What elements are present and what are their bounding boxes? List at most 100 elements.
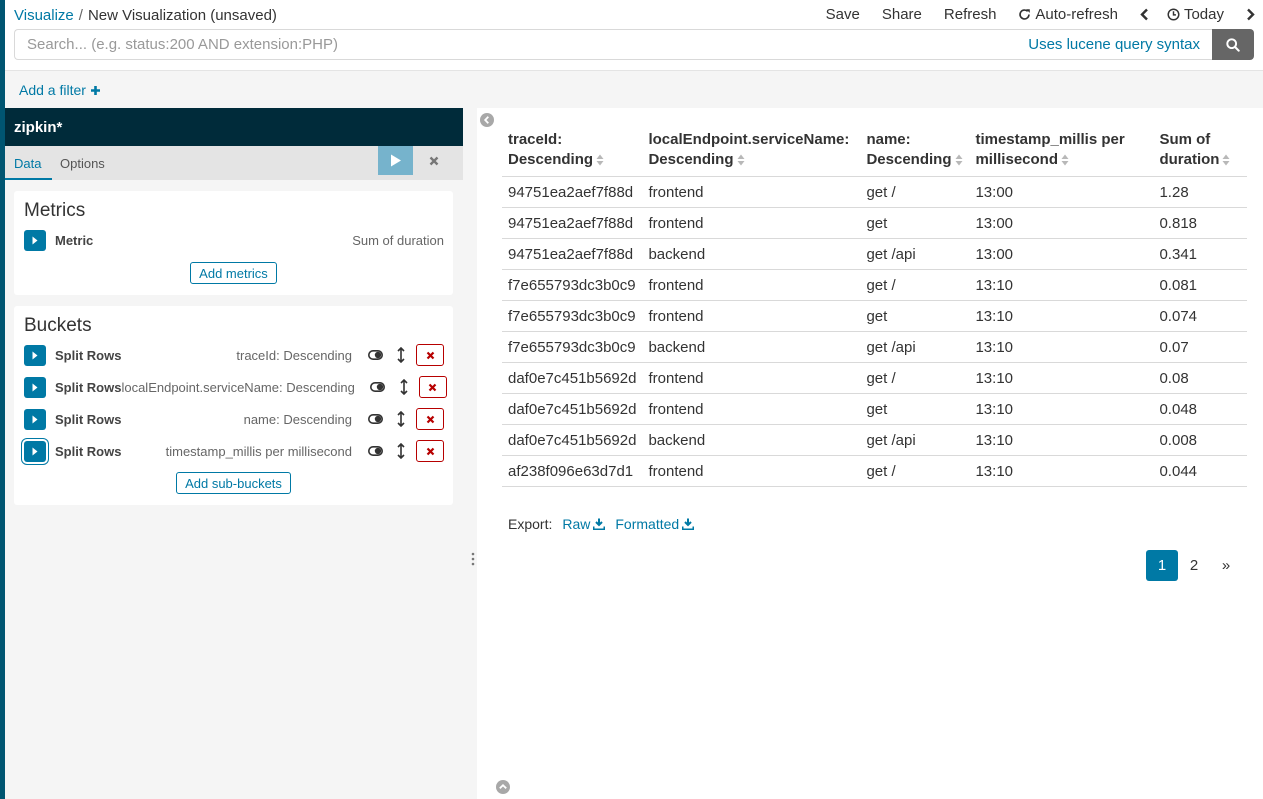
sort-icon: [596, 154, 604, 166]
cell-name: get /: [860, 362, 970, 394]
cell-timestamp: 13:00: [969, 238, 1154, 270]
time-picker-button[interactable]: Today: [1167, 6, 1224, 23]
add-filter-label: Add a filter: [19, 82, 86, 98]
breadcrumb-visualize-link[interactable]: Visualize: [14, 7, 74, 24]
tab-data[interactable]: Data: [14, 156, 41, 171]
lucene-syntax-link[interactable]: Uses lucene query syntax: [1028, 36, 1200, 53]
cell-trace-id: f7e655793dc3b0c9: [502, 269, 643, 301]
cell-sum-duration: 0.818: [1153, 207, 1247, 239]
export-raw-label: Raw: [562, 516, 591, 532]
close-icon: [426, 447, 434, 455]
cell-sum-duration: 0.081: [1153, 269, 1247, 301]
caret-right-icon: [32, 383, 38, 391]
remove-bucket-button[interactable]: [418, 376, 447, 398]
save-button[interactable]: Save: [826, 6, 860, 23]
cell-name: get /api: [860, 238, 970, 270]
column-header-sum-duration[interactable]: Sum of duration: [1153, 126, 1247, 177]
expand-bucket-button[interactable]: [24, 376, 46, 398]
time-forward-button[interactable]: [1246, 8, 1255, 21]
cell-name: get /: [860, 269, 970, 301]
cell-name: get /api: [860, 331, 970, 363]
column-header-timestamp[interactable]: timestamp_millis per millisecond: [969, 126, 1154, 177]
reorder-bucket-handle[interactable]: [388, 344, 414, 366]
expand-bucket-button[interactable]: [24, 344, 46, 366]
metrics-section: Metrics Metric Sum of duration Add metri…: [14, 191, 453, 295]
expand-bucket-button[interactable]: [24, 408, 46, 430]
remove-bucket-button[interactable]: [416, 440, 444, 462]
cell-trace-id: daf0e7c451b5692d: [502, 393, 643, 425]
cell-timestamp: 13:10: [969, 331, 1154, 363]
reorder-bucket-handle[interactable]: [391, 376, 417, 398]
caret-right-icon: [32, 351, 38, 359]
toggle-bucket-button[interactable]: [365, 376, 391, 398]
reorder-bucket-handle[interactable]: [388, 408, 414, 430]
column-header-service-name[interactable]: localEndpoint.serviceName: Descending: [642, 126, 861, 177]
pagination: 1 2 »: [1146, 550, 1242, 581]
cell-trace-id: daf0e7c451b5692d: [502, 424, 643, 456]
column-header-traceid[interactable]: traceId: Descending: [502, 126, 643, 177]
caret-right-icon: [32, 447, 38, 455]
remove-bucket-button[interactable]: [416, 344, 444, 366]
cell-name: get: [860, 393, 970, 425]
share-button[interactable]: Share: [882, 6, 922, 23]
panel-resize-handle[interactable]: [471, 552, 475, 569]
cell-sum-duration: 0.08: [1153, 362, 1247, 394]
collapse-sidebar-button[interactable]: [480, 113, 494, 130]
toggle-bucket-button[interactable]: [362, 440, 388, 462]
cell-name: get: [860, 300, 970, 332]
close-icon: [426, 415, 434, 423]
auto-refresh-button[interactable]: Auto-refresh: [1018, 6, 1118, 23]
column-header-name[interactable]: name: Descending: [860, 126, 970, 177]
time-back-button[interactable]: [1140, 8, 1149, 21]
page-1-button[interactable]: 1: [1146, 550, 1178, 581]
export-raw-link[interactable]: Raw: [562, 516, 606, 532]
cell-service-name: backend: [642, 238, 861, 270]
remove-bucket-button[interactable]: [416, 408, 444, 430]
cell-timestamp: 13:10: [969, 393, 1154, 425]
metric-type: Metric: [55, 232, 94, 248]
toggle-on-icon: [367, 414, 383, 424]
page-2-button[interactable]: 2: [1178, 550, 1210, 581]
refresh-button[interactable]: Refresh: [944, 6, 997, 23]
next-page-button[interactable]: »: [1210, 550, 1242, 581]
cell-service-name: backend: [642, 331, 861, 363]
reorder-bucket-handle[interactable]: [388, 440, 414, 462]
close-icon: [429, 383, 437, 391]
search-button[interactable]: [1212, 29, 1254, 60]
sort-icon: [737, 154, 744, 166]
table-row: 94751ea2aef7f88d frontend get 13:00 0.818: [502, 207, 1247, 239]
top-nav: Visualize / New Visualization (unsaved) Sa…: [5, 0, 1263, 30]
export-formatted-link[interactable]: Formatted: [615, 516, 695, 532]
auto-refresh-label: Auto-refresh: [1035, 6, 1118, 23]
toggle-bucket-button[interactable]: [362, 344, 388, 366]
expand-metric-button[interactable]: [24, 229, 46, 251]
tab-options[interactable]: Options: [60, 156, 105, 171]
cell-sum-duration: 1.28: [1153, 176, 1247, 208]
cell-timestamp: 13:10: [969, 362, 1154, 394]
metric-row: Metric Sum of duration: [24, 229, 444, 251]
sort-icon: [955, 154, 962, 166]
discard-changes-button[interactable]: [418, 146, 450, 175]
apply-changes-button[interactable]: [378, 146, 413, 175]
cell-service-name: frontend: [642, 455, 861, 487]
add-metrics-button[interactable]: Add metrics: [190, 262, 277, 284]
toggle-bucket-button[interactable]: [362, 408, 388, 430]
cell-timestamp: 13:10: [969, 300, 1154, 332]
expand-bucket-button[interactable]: [24, 440, 46, 462]
cell-name: get: [860, 207, 970, 239]
add-filter-button[interactable]: Add a filter: [19, 82, 101, 98]
clock-icon: [1167, 8, 1180, 21]
cell-trace-id: 94751ea2aef7f88d: [502, 176, 643, 208]
editor-tabs: Data Options: [5, 146, 463, 180]
time-label: Today: [1183, 6, 1224, 23]
cell-trace-id: f7e655793dc3b0c9: [502, 331, 643, 363]
table-row: daf0e7c451b5692d frontend get 13:10 0.048: [502, 393, 1247, 425]
cell-timestamp: 13:10: [969, 269, 1154, 301]
add-sub-buckets-button[interactable]: Add sub-buckets: [176, 472, 291, 494]
column-header-line: traceId:: [508, 131, 563, 148]
cell-timestamp: 13:10: [969, 424, 1154, 456]
bucket-type: Split Rows: [55, 347, 122, 363]
cell-service-name: frontend: [642, 300, 861, 332]
collapse-bottom-button[interactable]: [496, 780, 510, 797]
table-header-row: traceId: Descending localEndpoint.service…: [502, 126, 1247, 177]
